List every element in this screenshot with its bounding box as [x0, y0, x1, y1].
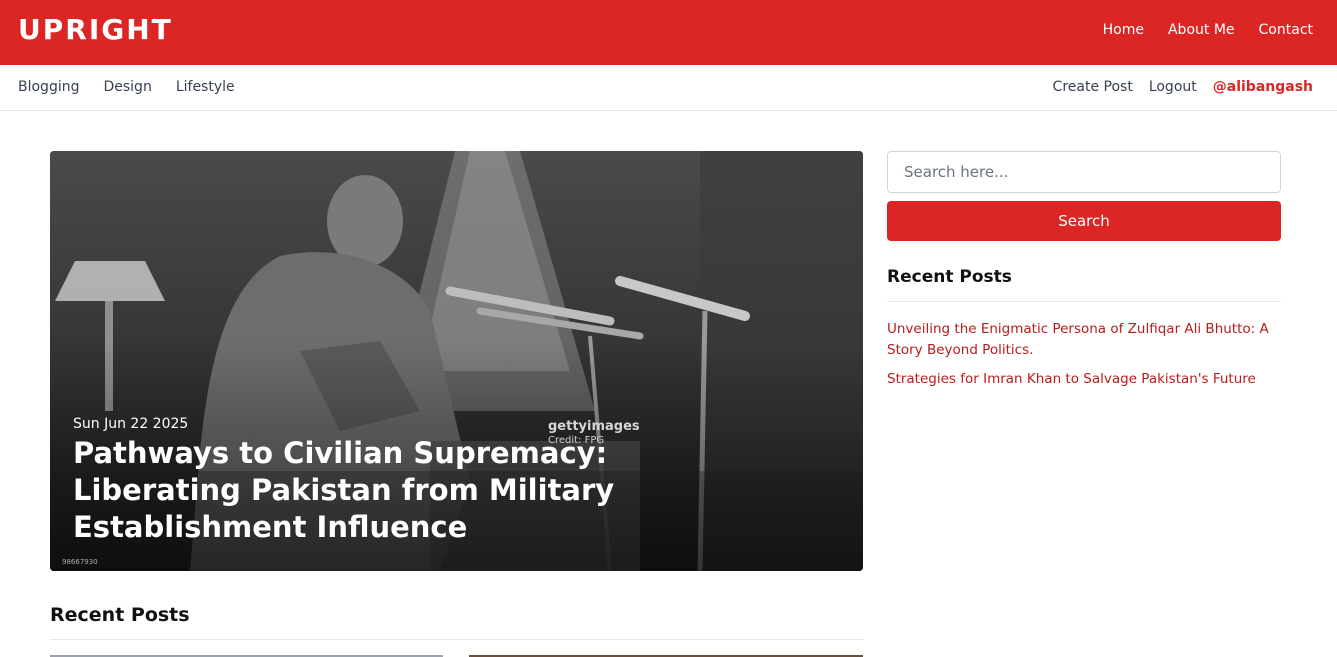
sidebar-divider — [887, 301, 1281, 302]
user-handle-link[interactable]: @alibangash — [1213, 79, 1313, 95]
recent-post-link[interactable]: Strategies for Imran Khan to Salvage Pak… — [887, 371, 1256, 387]
featured-post-card[interactable]: gettyimages Credit: FPG 98667930 Sun Jun… — [50, 151, 863, 571]
search-button[interactable]: Search — [887, 201, 1281, 241]
top-nav: Home About Me Contact — [1103, 22, 1313, 38]
category-design-link[interactable]: Design — [103, 79, 151, 95]
list-item: Unveiling the Enigmatic Persona of Zulfi… — [887, 318, 1281, 360]
sub-nav-bar: Blogging Design Lifestyle Create Post Lo… — [0, 65, 1337, 111]
main-recent-posts-heading: Recent Posts — [50, 604, 190, 626]
sidebar-recent-posts-list: Unveiling the Enigmatic Persona of Zulfi… — [887, 318, 1281, 397]
search-input[interactable] — [887, 151, 1281, 193]
recent-post-link[interactable]: Unveiling the Enigmatic Persona of Zulfi… — [887, 321, 1269, 358]
create-post-link[interactable]: Create Post — [1053, 79, 1133, 95]
logout-link[interactable]: Logout — [1149, 79, 1197, 95]
nav-home-link[interactable]: Home — [1103, 22, 1144, 38]
main-divider — [50, 639, 863, 640]
featured-post-title[interactable]: Pathways to Civilian Supremacy: Liberati… — [73, 435, 633, 546]
category-nav: Blogging Design Lifestyle — [18, 79, 235, 95]
getty-watermark: gettyimages — [548, 419, 640, 434]
list-item: Strategies for Imran Khan to Salvage Pak… — [887, 368, 1281, 389]
site-logo[interactable]: UPRIGHT — [18, 13, 173, 46]
nav-about-link[interactable]: About Me — [1168, 22, 1235, 38]
top-header: UPRIGHT Home About Me Contact — [0, 0, 1337, 65]
user-nav: Create Post Logout @alibangash — [1053, 79, 1313, 95]
sidebar-recent-posts-heading: Recent Posts — [887, 267, 1012, 287]
category-blogging-link[interactable]: Blogging — [18, 79, 79, 95]
featured-post-date: Sun Jun 22 2025 — [73, 416, 189, 432]
nav-contact-link[interactable]: Contact — [1259, 22, 1313, 38]
category-lifestyle-link[interactable]: Lifestyle — [176, 79, 235, 95]
image-id-text: 98667930 — [62, 558, 98, 566]
